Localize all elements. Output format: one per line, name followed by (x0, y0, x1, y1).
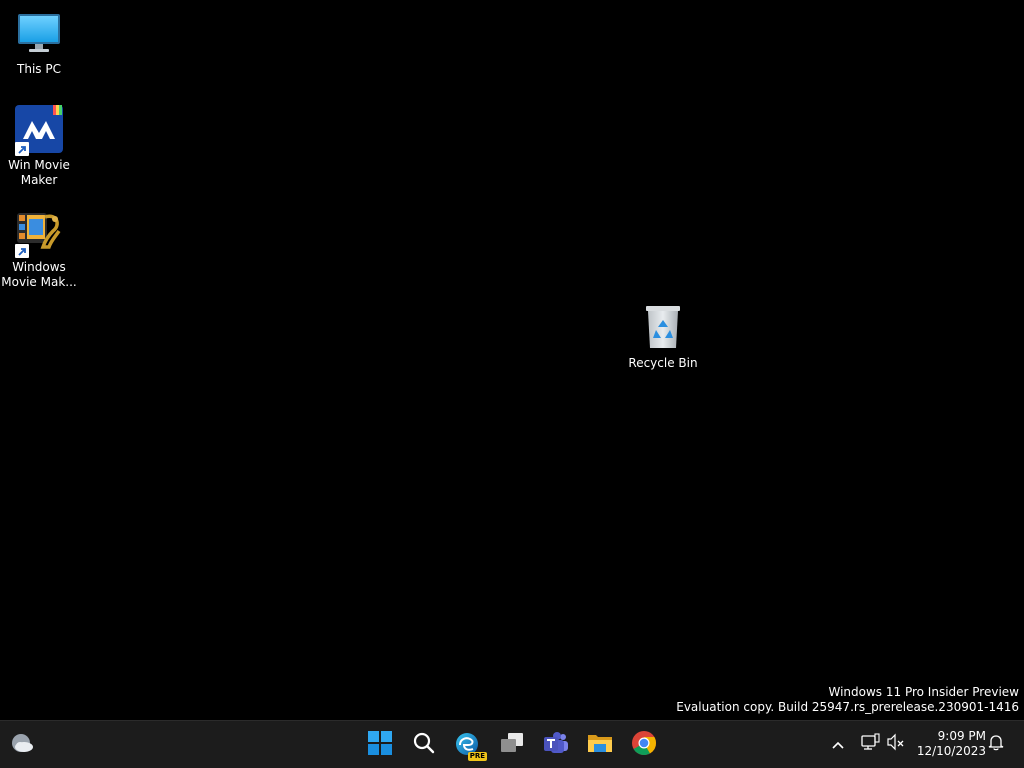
taskbar: PRE 9:09 PM 12/10/2023 (0, 720, 1024, 768)
teams-button[interactable] (538, 727, 574, 763)
win-movie-maker-icon (14, 104, 64, 156)
widgets-button[interactable] (4, 727, 40, 763)
clock-date: 12/10/2023 (916, 744, 986, 758)
file-explorer-icon (587, 731, 613, 759)
desktop-icon-label: Windows Movie Mak... (1, 260, 77, 289)
network-icon (860, 733, 880, 755)
weather-cloud-icon (9, 730, 35, 760)
desktop-icon-windows-movie-maker[interactable]: Windows Movie Mak... (1, 206, 77, 290)
chrome-button[interactable] (626, 727, 662, 763)
task-view-icon (499, 731, 525, 759)
watermark-line1: Windows 11 Pro Insider Preview (828, 685, 1019, 699)
shortcut-arrow-icon (15, 244, 29, 258)
file-explorer-button[interactable] (582, 727, 618, 763)
desktop-icon-win-movie-maker[interactable]: Win Movie Maker (1, 104, 77, 188)
desktop-icon-label: This PC (17, 62, 61, 76)
windows-start-icon (368, 731, 392, 759)
pre-badge: PRE (467, 752, 487, 761)
volume-muted-icon (886, 733, 906, 755)
start-button[interactable] (362, 727, 398, 763)
volume-button[interactable] (883, 731, 909, 757)
evaluation-watermark: Windows 11 Pro Insider Preview Evaluatio… (676, 685, 1019, 715)
recycle-bin-icon (638, 302, 688, 352)
desktop-icon-recycle-bin[interactable]: Recycle Bin (625, 302, 701, 371)
edge-button[interactable]: PRE (450, 727, 487, 763)
monitor-icon (14, 8, 64, 58)
desktop-icon-label: Win Movie Maker (8, 158, 70, 187)
network-button[interactable] (857, 731, 883, 757)
windows-movie-maker-icon (14, 206, 64, 258)
clock-time: 9:09 PM (937, 729, 986, 743)
desktop-icon-label: Recycle Bin (628, 356, 698, 370)
bell-icon (988, 733, 1004, 755)
edge-pre-icon: PRE (455, 732, 487, 761)
show-hidden-icons-button[interactable] (825, 731, 851, 757)
notifications-button[interactable] (983, 731, 1009, 757)
shortcut-arrow-icon (15, 142, 29, 156)
search-icon (412, 731, 436, 759)
task-view-button[interactable] (494, 727, 530, 763)
desktop-icon-this-pc[interactable]: This PC (1, 8, 77, 77)
desktop: This PC Win Movie Maker Windows Movie Ma… (0, 0, 1024, 720)
system-clock[interactable]: 9:09 PM 12/10/2023 (914, 729, 986, 759)
search-button[interactable] (406, 727, 442, 763)
chevron-up-icon (831, 735, 845, 754)
chrome-icon (631, 730, 657, 760)
teams-icon (543, 730, 569, 760)
watermark-line2: Evaluation copy. Build 25947.rs_prerelea… (676, 700, 1019, 714)
